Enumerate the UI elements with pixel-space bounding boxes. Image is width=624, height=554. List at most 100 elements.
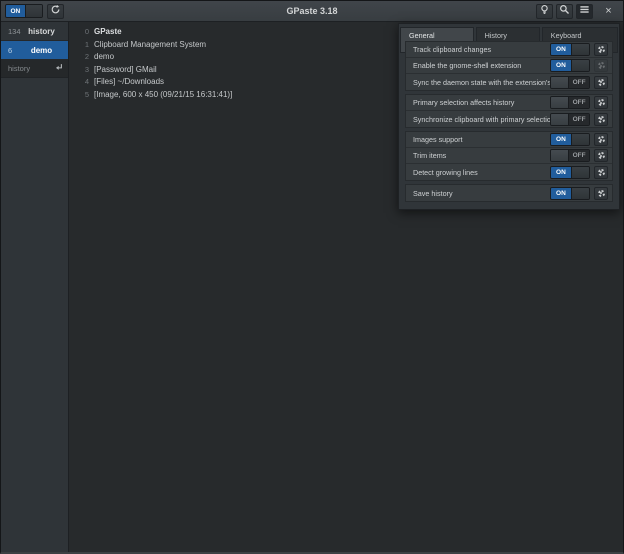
gear-icon xyxy=(598,152,605,159)
new-history-entry[interactable]: history xyxy=(1,60,68,78)
gnome-shell-extension-reset-button xyxy=(594,59,608,72)
enter-arrow-icon xyxy=(54,63,68,74)
item-text: [Files] ~/Downloads xyxy=(94,77,164,86)
setting-row-trim-items: Trim items OFF xyxy=(406,148,612,164)
setting-row-detect-growing-lines: Detect growing lines ON xyxy=(406,164,612,180)
switch-state: OFF xyxy=(569,150,589,161)
history-name: history xyxy=(21,27,68,36)
settings-group-primary-selection: Primary selection affects history OFF Sy… xyxy=(405,94,613,128)
close-button[interactable]: × xyxy=(600,4,617,19)
switch-state: ON xyxy=(551,167,571,178)
trim-items-reset-button[interactable] xyxy=(594,149,608,162)
item-text: demo xyxy=(94,52,114,61)
setting-label: Sync the daemon state with the extension… xyxy=(406,78,550,87)
setting-label: Synchronize clipboard with primary selec… xyxy=(406,115,550,124)
clipboard-item[interactable]: 2 demo xyxy=(70,50,393,62)
gear-icon xyxy=(598,136,605,143)
save-history-switch[interactable]: ON xyxy=(550,187,590,200)
switch-knob xyxy=(571,44,589,55)
sidebar-item-demo[interactable]: 6 demo xyxy=(1,41,68,60)
switch-knob xyxy=(571,188,589,199)
switch-state: OFF xyxy=(569,114,589,125)
item-index: 2 xyxy=(79,52,89,61)
track-clipboard-switch[interactable]: ON xyxy=(550,43,590,56)
gear-icon xyxy=(598,46,605,53)
images-support-switch[interactable]: ON xyxy=(550,133,590,146)
clipboard-item[interactable]: 4 [Files] ~/Downloads xyxy=(70,75,393,87)
setting-row-enable-gnome-shell-extension: Enable the gnome-shell extension ON xyxy=(406,58,612,74)
setting-row-synchronize-clipboard: Synchronize clipboard with primary selec… xyxy=(406,111,612,127)
gear-icon xyxy=(598,62,605,69)
primary-selection-switch[interactable]: OFF xyxy=(550,96,590,109)
setting-label: Images support xyxy=(406,135,550,144)
switch-state: ON xyxy=(551,44,571,55)
switch-state: OFF xyxy=(569,77,589,88)
detect-growing-lines-reset-button[interactable] xyxy=(594,166,608,179)
sidebar-item-history[interactable]: 134 history xyxy=(1,22,68,41)
daemon-switch-label: ON xyxy=(6,5,25,17)
setting-label: Save history xyxy=(406,189,550,198)
settings-menu-button[interactable] xyxy=(576,4,593,19)
item-text: Clipboard Management System xyxy=(94,40,206,49)
item-text: [Image, 600 x 450 (09/21/15 16:31:41)] xyxy=(94,90,232,99)
close-icon: × xyxy=(605,6,611,17)
clipboard-item[interactable]: 5 [Image, 600 x 450 (09/21/15 16:31:41)] xyxy=(70,88,393,100)
trim-items-switch[interactable]: OFF xyxy=(550,149,590,162)
daemon-switch-knob xyxy=(25,5,42,17)
gear-icon xyxy=(598,190,605,197)
new-history-placeholder: history xyxy=(1,64,54,73)
gear-icon xyxy=(598,169,605,176)
switch-knob xyxy=(551,150,569,161)
switch-knob xyxy=(571,134,589,145)
synchronize-clipboard-switch[interactable]: OFF xyxy=(550,113,590,126)
item-index: 0 xyxy=(79,27,89,36)
detect-growing-lines-switch[interactable]: ON xyxy=(550,166,590,179)
settings-group-items: Images support ON Trim items OFF Detect … xyxy=(405,131,613,181)
switch-state: ON xyxy=(551,134,571,145)
switch-knob xyxy=(551,114,569,125)
menu-icon xyxy=(579,2,590,20)
history-sidebar: 134 history 6 demo history xyxy=(1,22,69,552)
gnome-shell-extension-switch[interactable]: ON xyxy=(550,59,590,72)
item-index: 1 xyxy=(79,40,89,49)
setting-label: Trim items xyxy=(406,151,550,160)
window-title: GPaste 3.18 xyxy=(1,6,623,16)
images-support-reset-button[interactable] xyxy=(594,133,608,146)
setting-label: Primary selection affects history xyxy=(406,98,550,107)
synchronize-clipboard-reset-button[interactable] xyxy=(594,113,608,126)
sync-daemon-state-switch[interactable]: OFF xyxy=(550,76,590,89)
gear-icon xyxy=(598,79,605,86)
switch-knob xyxy=(571,60,589,71)
setting-row-track-clipboard-changes: Track clipboard changes ON xyxy=(406,42,612,58)
setting-label: Detect growing lines xyxy=(406,168,550,177)
refresh-icon xyxy=(50,2,61,20)
switch-knob xyxy=(551,77,569,88)
switch-state: OFF xyxy=(569,97,589,108)
switch-state: ON xyxy=(551,188,571,199)
setting-row-images-support: Images support ON xyxy=(406,132,612,148)
refresh-button[interactable] xyxy=(47,4,64,19)
item-index: 5 xyxy=(79,90,89,99)
clipboard-item[interactable]: 1 Clipboard Management System xyxy=(70,38,393,50)
settings-group-history: Save history ON xyxy=(405,184,613,202)
gpaste-window: GPaste 3.18 ON xyxy=(0,0,624,554)
daemon-switch[interactable]: ON xyxy=(5,4,43,18)
gear-icon xyxy=(598,99,605,106)
settings-group-daemon: Track clipboard changes ON Enable the gn… xyxy=(405,41,613,91)
save-history-reset-button[interactable] xyxy=(594,187,608,200)
track-clipboard-reset-button[interactable] xyxy=(594,43,608,56)
primary-selection-reset-button[interactable] xyxy=(594,96,608,109)
search-button[interactable] xyxy=(556,4,573,19)
lightbulb-icon xyxy=(539,2,550,20)
about-button[interactable] xyxy=(536,4,553,19)
setting-label: Track clipboard changes xyxy=(406,45,550,54)
switch-state: ON xyxy=(551,60,571,71)
clipboard-item[interactable]: 0 GPaste xyxy=(70,25,393,37)
clipboard-item[interactable]: 3 [Password] GMail xyxy=(70,63,393,75)
search-icon xyxy=(559,2,570,20)
setting-row-sync-daemon-state: Sync the daemon state with the extension… xyxy=(406,74,612,90)
switch-knob xyxy=(571,167,589,178)
switch-knob xyxy=(551,97,569,108)
sync-daemon-state-reset-button[interactable] xyxy=(594,76,608,89)
item-text: GPaste xyxy=(94,27,122,36)
